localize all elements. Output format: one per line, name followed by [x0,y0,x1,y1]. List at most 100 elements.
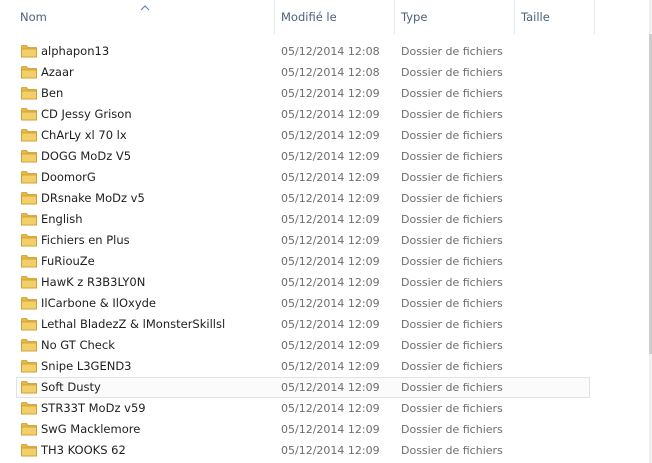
file-type: Dossier de fichiers [401,402,503,415]
file-row[interactable]: DOGG MoDz V5 05/12/2014 12:09 Dossier de… [16,146,590,167]
file-modified-date: 05/12/2014 12:09 [281,255,380,268]
file-modified-date: 05/12/2014 12:08 [281,66,380,79]
file-type: Dossier de fichiers [401,318,503,331]
folder-icon [21,87,37,100]
file-type: Dossier de fichiers [401,171,503,184]
file-name: TH3 KOOKS 62 [41,443,126,457]
file-row[interactable]: English 05/12/2014 12:09 Dossier de fich… [16,209,590,230]
file-name: STR33T MoDz v59 [41,401,146,415]
file-name: Snipe L3GEND3 [41,359,132,373]
file-modified-date: 05/12/2014 12:09 [281,381,380,394]
file-row[interactable]: DoomorG 05/12/2014 12:09 Dossier de fich… [16,167,590,188]
file-row[interactable]: Lethal BladezZ & lMonsterSkillsl 05/12/2… [16,314,590,335]
file-type: Dossier de fichiers [401,297,503,310]
file-name: ChArLy xl 70 lx [41,128,127,142]
folder-icon [21,339,37,352]
file-modified-date: 05/12/2014 12:09 [281,444,380,457]
file-name: Ben [41,86,64,100]
file-modified-date: 05/12/2014 12:09 [281,339,380,352]
folder-icon [21,297,37,310]
file-row[interactable]: Snipe L3GEND3 05/12/2014 12:09 Dossier d… [16,356,590,377]
file-row[interactable]: Azaar 05/12/2014 12:08 Dossier de fichie… [16,62,590,83]
folder-icon [21,150,37,163]
file-modified-date: 05/12/2014 12:09 [281,129,380,142]
folder-icon [21,129,37,142]
folder-icon [21,276,37,289]
file-row[interactable]: alphapon13 05/12/2014 12:08 Dossier de f… [16,41,590,62]
file-row[interactable]: Ben 05/12/2014 12:09 Dossier de fichiers [16,83,590,104]
file-type: Dossier de fichiers [401,444,503,457]
file-name: Lethal BladezZ & lMonsterSkillsl [41,317,226,331]
file-row[interactable]: IlCarbone & IlOxyde 05/12/2014 12:09 Dos… [16,293,590,314]
column-header-type[interactable]: Type [395,0,515,34]
file-row[interactable]: TH3 KOOKS 62 05/12/2014 12:09 Dossier de… [16,440,590,461]
folder-icon [21,360,37,373]
file-modified-date: 05/12/2014 12:09 [281,423,380,436]
column-header-modified[interactable]: Modifié le [275,0,395,34]
file-type: Dossier de fichiers [401,360,503,373]
file-modified-date: 05/12/2014 12:09 [281,234,380,247]
file-name: DoomorG [41,170,96,184]
file-row[interactable]: CD Jessy Grison 05/12/2014 12:09 Dossier… [16,104,590,125]
file-row[interactable]: SwG Macklemore 05/12/2014 12:09 Dossier … [16,419,590,440]
file-name: Soft Dusty [41,380,101,394]
file-modified-date: 05/12/2014 12:09 [281,276,380,289]
file-type: Dossier de fichiers [401,234,503,247]
folder-icon [21,66,37,79]
file-type: Dossier de fichiers [401,87,503,100]
column-header-size[interactable]: Taille [515,0,595,34]
folder-icon [21,45,37,58]
file-modified-date: 05/12/2014 12:08 [281,45,380,58]
file-name: DRsnake MoDz v5 [41,191,145,205]
file-name: Azaar [41,65,74,79]
file-type: Dossier de fichiers [401,45,503,58]
folder-icon [21,108,37,121]
folder-icon [21,171,37,184]
folder-icon [21,192,37,205]
file-row[interactable]: FuRiouZe 05/12/2014 12:09 Dossier de fic… [16,251,590,272]
folder-icon [21,213,37,226]
file-name: alphapon13 [41,44,110,58]
file-type: Dossier de fichiers [401,213,503,226]
file-row[interactable]: HawK z R3B3LY0N 05/12/2014 12:09 Dossier… [16,272,590,293]
folder-icon [21,402,37,415]
file-type: Dossier de fichiers [401,381,503,394]
file-row[interactable]: DRsnake MoDz v5 05/12/2014 12:09 Dossier… [16,188,590,209]
file-modified-date: 05/12/2014 12:09 [281,297,380,310]
file-name: SwG Macklemore [41,422,141,436]
file-type: Dossier de fichiers [401,423,503,436]
file-row[interactable]: Fichiers en Plus 05/12/2014 12:09 Dossie… [16,230,590,251]
file-type: Dossier de fichiers [401,108,503,121]
column-header-name[interactable]: Nom [14,0,275,34]
file-name: English [41,212,83,226]
file-row[interactable]: Soft Dusty 05/12/2014 12:09 Dossier de f… [16,377,590,398]
file-modified-date: 05/12/2014 12:09 [281,87,380,100]
file-modified-date: 05/12/2014 12:09 [281,318,380,331]
file-name: FuRiouZe [41,254,95,268]
file-name: DOGG MoDz V5 [41,149,132,163]
file-name: No GT Check [41,338,115,352]
file-name: Fichiers en Plus [41,233,130,247]
file-type: Dossier de fichiers [401,255,503,268]
file-row[interactable]: No GT Check 05/12/2014 12:09 Dossier de … [16,335,590,356]
file-type: Dossier de fichiers [401,129,503,142]
folder-icon [21,423,37,436]
column-header-bar: Nom Modifié le Type Taille [0,0,652,34]
file-modified-date: 05/12/2014 12:09 [281,213,380,226]
file-type: Dossier de fichiers [401,150,503,163]
file-name: IlCarbone & IlOxyde [41,296,156,310]
file-type: Dossier de fichiers [401,339,503,352]
file-row[interactable]: STR33T MoDz v59 05/12/2014 12:09 Dossier… [16,398,590,419]
file-row[interactable]: ChArLy xl 70 lx 05/12/2014 12:09 Dossier… [16,125,590,146]
folder-icon [21,255,37,268]
file-modified-date: 05/12/2014 12:09 [281,108,380,121]
file-modified-date: 05/12/2014 12:09 [281,360,380,373]
file-type: Dossier de fichiers [401,192,503,205]
folder-icon [21,381,37,394]
file-modified-date: 05/12/2014 12:09 [281,192,380,205]
file-type: Dossier de fichiers [401,66,503,79]
file-modified-date: 05/12/2014 12:09 [281,171,380,184]
file-name: CD Jessy Grison [41,107,132,121]
file-name: HawK z R3B3LY0N [41,275,146,289]
file-type: Dossier de fichiers [401,276,503,289]
